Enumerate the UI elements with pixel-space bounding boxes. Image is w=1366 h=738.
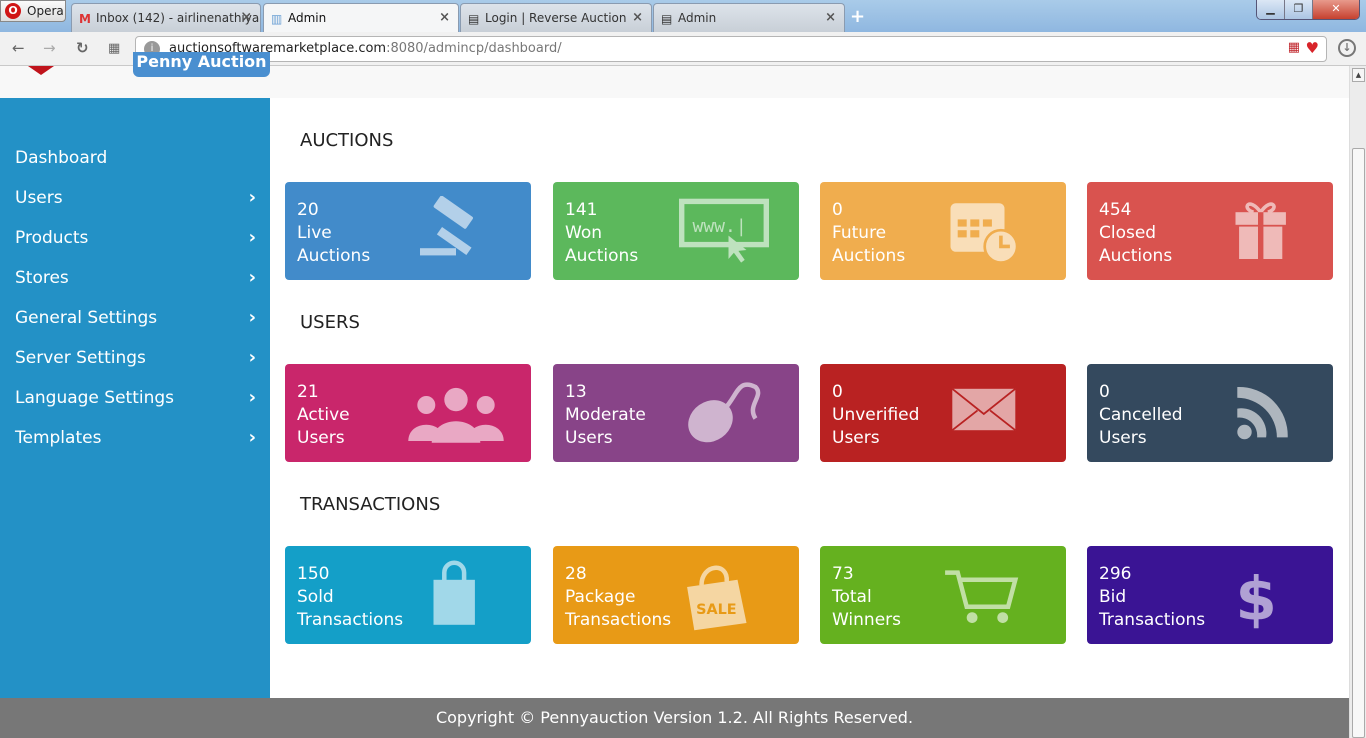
sidebar-item-label: Users (15, 188, 63, 208)
footer: Copyright © Pennyauction Version 1.2. Al… (0, 698, 1349, 738)
opera-menu-button[interactable]: O Opera (0, 0, 66, 22)
speed-dial-add-icon[interactable]: ▦ (1288, 40, 1300, 55)
section-title-transactions: TRANSACTIONS (300, 494, 441, 515)
calendar-clock-icon (950, 203, 1019, 264)
tab-title: Admin (288, 11, 327, 25)
speed-dial-icon[interactable]: ▦ (108, 41, 120, 56)
restore-button[interactable]: ❐ (1285, 0, 1313, 19)
stat-card-future-auctions[interactable]: 0 Future Auctions (820, 182, 1066, 280)
download-icon[interactable]: ↓ (1338, 39, 1356, 57)
chevron-right-icon: › (248, 387, 256, 408)
sidebar-item-general-settings[interactable]: General Settings › (15, 307, 260, 328)
section-title-users: USERS (300, 312, 360, 333)
new-tab-button[interactable]: + (850, 6, 865, 27)
sidebar-item-label: Language Settings (15, 388, 175, 408)
back-icon[interactable]: ← (12, 39, 25, 57)
sidebar-item-label: Templates (15, 428, 102, 448)
reload-icon[interactable]: ↻ (76, 39, 89, 57)
svg-text:SALE: SALE (696, 602, 737, 618)
stat-card-live-auctions[interactable]: 20 Live Auctions (285, 182, 531, 280)
tab-login[interactable]: ▤ Login | Reverse Auction × (460, 3, 652, 32)
logo[interactable]: Penny Auction (133, 52, 270, 77)
sidebar-item-stores[interactable]: Stores › (15, 267, 260, 288)
opera-label: Opera (27, 4, 64, 18)
chevron-right-icon: › (248, 427, 256, 448)
sidebar-item-label: General Settings (15, 308, 158, 328)
logo-text: Penny Auction (136, 52, 267, 71)
tab-title: Admin (678, 11, 717, 25)
sidebar-item-server-settings[interactable]: Server Settings › (15, 347, 260, 368)
chevron-right-icon: › (248, 187, 256, 208)
stat-card-unverified-users[interactable]: 0 Unverified Users (820, 364, 1066, 462)
document-icon: ▤ (661, 12, 673, 26)
opera-logo-icon: O (5, 3, 21, 19)
document-icon: ▤ (468, 12, 480, 26)
stat-card-bid-transactions[interactable]: 296 Bid Transactions $ (1087, 546, 1333, 644)
sidebar-item-users[interactable]: Users › (15, 187, 260, 208)
window-controls: ▁ ❐ ✕ (1256, 0, 1360, 20)
gmail-icon: M (79, 12, 91, 26)
close-tab-icon[interactable]: × (825, 10, 836, 25)
envelope-icon (951, 388, 1016, 431)
rss-icon (1237, 386, 1288, 440)
close-tab-icon[interactable]: × (439, 10, 450, 25)
svg-text:www.|: www.| (693, 216, 747, 237)
stat-card-won-auctions[interactable]: 141 Won Auctions www.| (553, 182, 799, 280)
shopping-bag-icon (433, 560, 475, 625)
page-icon: ▥ (271, 12, 283, 26)
chevron-right-icon: › (248, 267, 256, 288)
copyright-text: Copyright © Pennyauction Version 1.2. Al… (435, 708, 914, 727)
chevron-right-icon: › (248, 227, 256, 248)
sidebar-item-templates[interactable]: Templates › (15, 427, 260, 448)
address-bar[interactable]: i auctionsoftwaremarketplace.com:8080/ad… (135, 36, 1327, 62)
cart-icon (945, 570, 1019, 623)
close-tab-icon[interactable]: × (632, 10, 643, 25)
sidebar-item-label: Dashboard (15, 148, 108, 168)
stat-card-closed-auctions[interactable]: 454 Closed Auctions (1087, 182, 1333, 280)
tab-admin-active[interactable]: ▥ Admin × (263, 3, 459, 32)
sidebar-item-label: Server Settings (15, 348, 146, 368)
stat-card-moderate-users[interactable]: 13 Moderate Users (553, 364, 799, 462)
heart-icon[interactable]: ♥ (1306, 39, 1319, 57)
sidebar-item-language-settings[interactable]: Language Settings › (15, 387, 260, 408)
browser-tab-bar: O Opera M Inbox (142) - airlinenathiya × ▥ A… (0, 0, 1366, 32)
forward-icon[interactable]: → (43, 39, 56, 57)
tab-title: Login | Reverse Auction (485, 11, 627, 25)
sidebar-item-dashboard[interactable]: Dashboard (15, 148, 260, 168)
www-cursor-icon: www.| (679, 198, 769, 263)
scroll-thumb[interactable] (1352, 148, 1365, 738)
chevron-right-icon: › (248, 347, 256, 368)
dollar-icon: $ (1236, 565, 1277, 632)
gavel-icon (420, 196, 473, 256)
minimize-button[interactable]: ▁ (1257, 0, 1285, 19)
url-path: :8080/admincp/dashboard/ (386, 41, 562, 56)
stat-card-package-transactions[interactable]: 28 Package Transactions SALE (553, 546, 799, 644)
sidebar: Dashboard Users › Products › Stores › General S… (0, 98, 270, 698)
gift-icon (1235, 202, 1286, 259)
stat-card-active-users[interactable]: 21 Active Users (285, 364, 531, 462)
close-window-button[interactable]: ✕ (1313, 0, 1359, 19)
svg-text:$: $ (1236, 565, 1277, 632)
sidebar-item-label: Stores (15, 268, 69, 288)
sidebar-item-label: Products (15, 228, 89, 248)
page-header: Penny Auction (0, 52, 1349, 98)
vertical-scrollbar[interactable]: ▲ (1349, 66, 1366, 738)
logo-mark-icon (28, 66, 54, 75)
chevron-right-icon: › (248, 307, 256, 328)
mouse-icon (688, 382, 761, 443)
sale-bag-icon: SALE (687, 565, 747, 631)
section-title-auctions: AUCTIONS (300, 130, 394, 151)
tab-admin[interactable]: ▤ Admin × (653, 3, 845, 32)
scroll-up-arrow[interactable]: ▲ (1352, 68, 1365, 82)
sidebar-item-products[interactable]: Products › (15, 227, 260, 248)
tab-inbox[interactable]: M Inbox (142) - airlinenathiya × (71, 3, 261, 32)
tab-title: Inbox (142) - airlinenathiya (96, 11, 260, 25)
stat-card-total-winners[interactable]: 73 Total Winners (820, 546, 1066, 644)
stat-card-sold-transactions[interactable]: 150 Sold Transactions (285, 546, 531, 644)
users-group-icon (408, 387, 504, 443)
stat-card-cancelled-users[interactable]: 0 Cancelled Users (1087, 364, 1333, 462)
close-tab-icon[interactable]: × (241, 10, 252, 25)
